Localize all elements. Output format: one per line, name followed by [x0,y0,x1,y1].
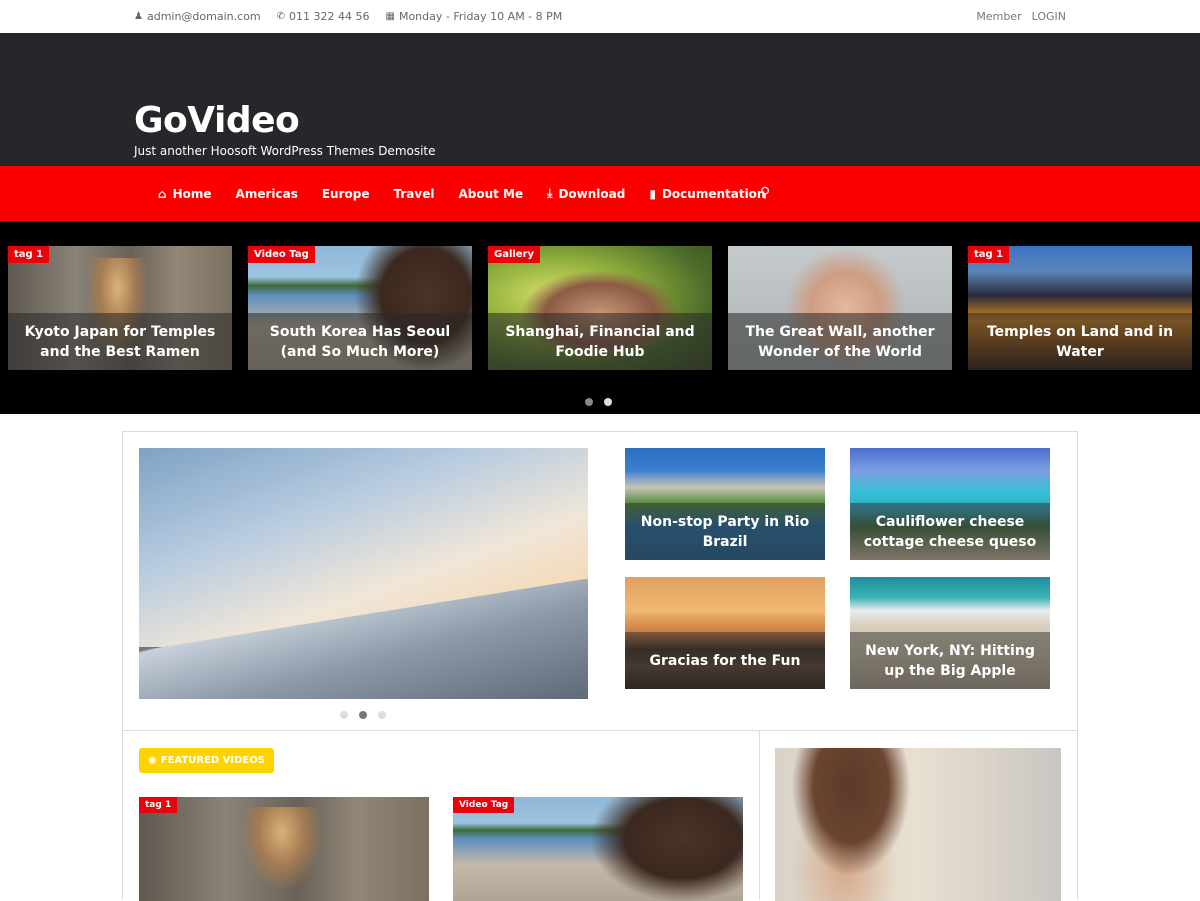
slider-card[interactable]: tag 1 Temples on Land and in Water [968,246,1192,370]
nav-item-label: Documentation [661,186,766,201]
featured-videos-badge: ◉ FEATURED VIDEOS [139,748,274,773]
slider-card[interactable]: tag 1 Kyoto Japan for Temples and the Be… [8,246,232,370]
slider-card[interactable]: Gallery Shanghai, Financial and Foodie H… [488,246,712,370]
grid-post-title[interactable]: Non-stop Party in Rio Brazil [625,503,825,560]
slider-card-title[interactable]: Temples on Land and in Water [968,313,1192,370]
search-icon[interactable]: ⚲ [760,184,770,201]
slider-dot-active[interactable] [604,398,612,406]
slider-card-tag[interactable]: Gallery [488,246,541,263]
nav-item-about-me[interactable]: About Me [458,187,523,201]
slider-card-tag[interactable]: tag 1 [8,246,50,263]
slider-card-title[interactable]: Shanghai, Financial and Foodie Hub [488,313,712,370]
nav-item-label: About Me [458,186,524,201]
site-tagline: Just another Hoosoft WordPress Themes De… [134,144,436,158]
nav-item-europe[interactable]: Europe [322,187,370,201]
top-slider: tag 1 Kyoto Japan for Temples and the Be… [0,221,1200,414]
hours-item: ▦ Monday - Friday 10 AM - 8 PM [386,10,563,23]
grid-post-card[interactable]: Gracias for the Fun [625,577,825,689]
phone-text: 011 322 44 56 [289,10,370,23]
slider-card-title[interactable]: Kyoto Japan for Temples and the Best Ram… [8,313,232,370]
nav-item-label: Americas [235,186,298,201]
slider-card-title[interactable]: South Korea Has Seoul (and So Much More) [248,313,472,370]
home-icon: ⌂ [158,186,167,201]
phone-item: ✆ 011 322 44 56 [277,10,370,23]
featured-video-card[interactable]: Video Tag [453,797,743,901]
user-icon: ♟ [134,11,143,22]
hours-text: Monday - Friday 10 AM - 8 PM [398,10,563,23]
grid-post-title[interactable]: Gracias for the Fun [625,632,825,689]
hero-dot-active[interactable] [359,711,367,719]
globe-icon: ◉ [148,755,157,766]
nav-item-download[interactable]: ⤓ Download [547,186,625,201]
hero-dot[interactable] [378,711,386,719]
nav-item-label: Download [558,186,626,201]
video-card-tag[interactable]: tag 1 [139,797,178,813]
grid-post-card[interactable]: New York, NY: Hitting up the Big Apple [850,577,1050,689]
hero-slide[interactable]: Travel Tips for Australia [139,448,588,699]
nav-item-label: Travel [393,186,435,201]
contact-info: ♟ admin@domain.com ✆ 011 322 44 56 ▦ Mon… [134,10,562,23]
featured-videos-label: FEATURED VIDEOS [160,755,265,766]
featured-video-card[interactable]: tag 1 [139,797,429,901]
nav-item-travel[interactable]: Travel [394,187,435,201]
calendar-icon: ▦ [385,11,395,22]
hero-pagination [340,711,386,719]
hero-title[interactable]: Travel Tips for Australia [139,647,588,699]
hero-dot[interactable] [340,711,348,719]
nav-item-label: Home [172,186,212,201]
download-icon: ⤓ [547,186,553,200]
site-logo[interactable]: GoVideo [134,100,300,141]
slider-card-tag[interactable]: tag 1 [968,246,1010,263]
video-card-tag[interactable]: Video Tag [453,797,515,813]
email-text: admin@domain.com [146,10,261,23]
slider-pagination [585,398,612,406]
document-icon: ▮ [649,186,656,201]
main-content: Travel Tips for Australia Non-stop Party… [122,431,1078,901]
site-header: GoVideo Just another Hoosoft WordPress T… [0,33,1200,166]
nav-item-label: Europe [321,186,370,201]
member-link[interactable]: Member [976,10,1021,23]
grid-post-card[interactable]: Cauliflower cheese cottage cheese queso [850,448,1050,560]
sidebar-image[interactable] [775,748,1061,901]
slider-card-title[interactable]: The Great Wall, another Wonder of the Wo… [728,313,952,370]
nav-item-documentation[interactable]: ▮ Documentation [649,187,765,201]
nav-item-americas[interactable]: Americas [236,187,298,201]
nav-item-home[interactable]: ⌂ Home [158,187,212,201]
grid-post-title[interactable]: New York, NY: Hitting up the Big Apple [850,632,1050,689]
slider-card-tag[interactable]: Video Tag [248,246,315,263]
section-divider [123,730,1077,731]
top-bar: ♟ admin@domain.com ✆ 011 322 44 56 ▦ Mon… [0,0,1200,33]
slider-card[interactable]: The Great Wall, another Wonder of the Wo… [728,246,952,370]
email-item: ♟ admin@domain.com [134,10,261,23]
slider-card[interactable]: Video Tag South Korea Has Seoul (and So … [248,246,472,370]
main-nav: ⌂ Home Americas Europe Travel About Me ⤓… [0,166,1200,221]
column-divider [759,730,760,900]
phone-icon: ✆ [276,11,286,22]
grid-post-card[interactable]: Non-stop Party in Rio Brazil [625,448,825,560]
account-links: Member LOGIN [976,10,1066,23]
grid-post-title[interactable]: Cauliflower cheese cottage cheese queso [850,503,1050,560]
slider-dot[interactable] [585,398,593,406]
login-link[interactable]: LOGIN [1032,10,1066,23]
